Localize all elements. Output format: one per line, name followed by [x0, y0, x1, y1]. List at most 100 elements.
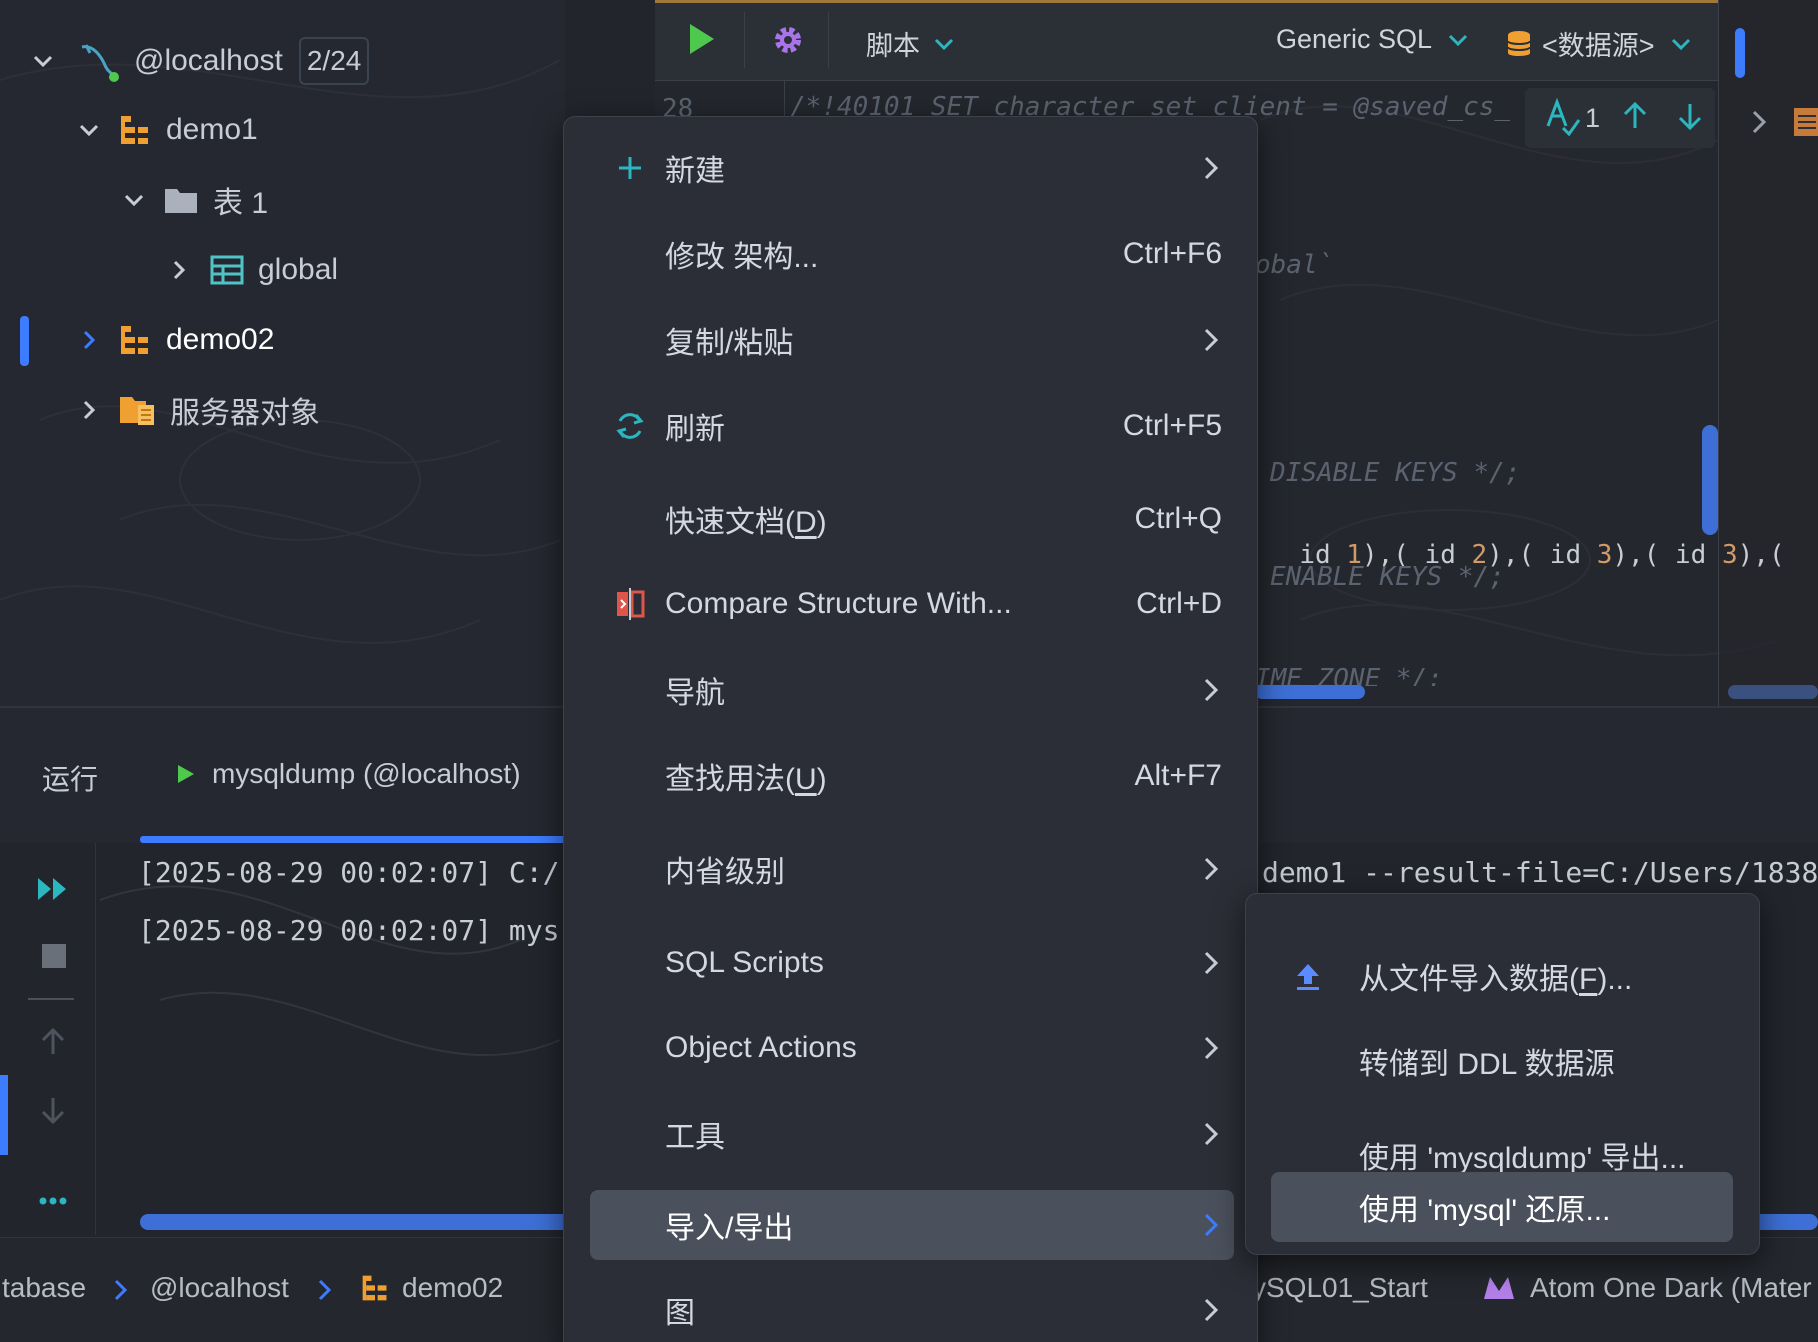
- code-number: 3: [1596, 540, 1613, 570]
- theme-label: Atom One Dark (Mater: [1530, 1272, 1812, 1303]
- count-badge: 2/24: [298, 37, 370, 85]
- menu-item-import-export[interactable]: 导入/导出: [590, 1190, 1234, 1260]
- search-matches[interactable]: 1: [1545, 98, 1600, 138]
- theme-indicator[interactable]: Atom One Dark (Mater: [1482, 1272, 1812, 1304]
- chevron-right-icon: [1202, 1190, 1220, 1260]
- breadcrumb-schema[interactable]: demo02: [360, 1272, 503, 1304]
- tree-item-label: @localhost: [134, 44, 283, 77]
- submenu-item-restore-mysql[interactable]: 使用 'mysql' 还原...: [1271, 1172, 1733, 1242]
- tree-item-server-objects[interactable]: 服务器对象: [76, 380, 320, 440]
- folder-icon: [163, 185, 199, 215]
- chevron-down-icon[interactable]: [76, 117, 102, 143]
- text-match-icon: [1545, 98, 1583, 138]
- script-dropdown[interactable]: 脚本: [866, 24, 956, 63]
- menu-item-new[interactable]: 新建: [590, 133, 1234, 203]
- menu-item-quick-doc[interactable]: 快速文档(D) Ctrl+Q: [590, 484, 1234, 554]
- toolbar-divider: [828, 12, 829, 68]
- chevron-right-icon: [1202, 133, 1220, 203]
- chevron-down-icon[interactable]: [121, 187, 147, 213]
- menu-item-label: SQL Scripts: [665, 946, 824, 979]
- submenu-item-dump-ddl[interactable]: 转储到 DDL 数据源: [1271, 1026, 1733, 1096]
- tree-item-demo02[interactable]: demo02: [76, 310, 274, 370]
- arrow-down-icon[interactable]: [1675, 100, 1705, 132]
- tree-item-label: demo02: [166, 323, 275, 356]
- run-panel-title: 运行: [42, 764, 99, 795]
- run-button[interactable]: [686, 22, 716, 56]
- menu-item-copy-paste[interactable]: 复制/粘贴: [590, 305, 1234, 375]
- tree-item-connection[interactable]: @localhost 2/24: [30, 31, 370, 91]
- console-line: demo1 --result-file=C:/Users/1838: [1262, 856, 1818, 889]
- run-tab-label: mysqldump (@localhost): [212, 758, 521, 789]
- menu-item-find-usages[interactable]: 查找用法(U) Alt+F7: [590, 741, 1234, 811]
- menu-item-diagram[interactable]: 图: [590, 1275, 1234, 1342]
- editor-tab-scroll-thumb[interactable]: [1735, 28, 1745, 78]
- arrow-down-icon[interactable]: [38, 1094, 68, 1126]
- tree-item-tables-folder[interactable]: 表 1: [121, 170, 268, 230]
- right-panel-scrollbar[interactable]: [1728, 685, 1818, 699]
- breadcrumb-host[interactable]: @localhost: [150, 1272, 289, 1304]
- menu-item-label: Object Actions: [665, 1031, 857, 1064]
- menu-item-object-actions[interactable]: Object Actions: [590, 1013, 1234, 1083]
- arrow-up-icon[interactable]: [38, 1026, 68, 1058]
- chevron-down-icon: [932, 32, 956, 56]
- chevron-down-icon[interactable]: [30, 48, 56, 74]
- chevron-right-icon: [1202, 1275, 1220, 1342]
- table-icon: [210, 255, 244, 285]
- code-token: ),( id: [1612, 540, 1722, 570]
- menu-item-tools[interactable]: 工具: [590, 1099, 1234, 1169]
- upload-icon: [1293, 941, 1323, 1011]
- chevron-right-icon: [1202, 834, 1220, 904]
- editor-vertical-scrollbar[interactable]: [1702, 425, 1718, 535]
- menu-item-compare-structure[interactable]: Compare Structure With... Ctrl+D: [590, 569, 1234, 639]
- breadcrumb-database[interactable]: tabase: [2, 1272, 86, 1304]
- menu-item-shortcut: Alt+F7: [1134, 759, 1222, 792]
- find-count: 1: [1585, 102, 1601, 133]
- chevron-right-icon[interactable]: [76, 327, 102, 353]
- label-part: 从文件导入数据(: [1359, 963, 1579, 996]
- menu-item-navigate[interactable]: 导航: [590, 655, 1234, 725]
- label-part: ): [816, 763, 827, 796]
- run-tab-mysqldump[interactable]: mysqldump (@localhost): [176, 758, 521, 790]
- datasource-label: <数据源>: [1542, 31, 1655, 61]
- chevron-right-icon: [1202, 305, 1220, 375]
- menu-item-introspection-level[interactable]: 内省级别: [590, 834, 1234, 904]
- settings-gear-icon[interactable]: [770, 22, 806, 58]
- chevron-right-icon[interactable]: [1748, 108, 1770, 136]
- code-line: ENABLE KEYS */;: [1270, 562, 1505, 592]
- arrow-up-icon[interactable]: [1620, 100, 1650, 132]
- dialect-label: Generic SQL: [1276, 24, 1433, 54]
- submenu-item-import-from-file[interactable]: 从文件导入数据(F)...: [1271, 941, 1733, 1011]
- menu-item-shortcut: Ctrl+F5: [1122, 409, 1222, 442]
- menu-item-label: 复制/粘贴: [665, 327, 794, 360]
- chevron-right-icon: [112, 1278, 130, 1302]
- project-name[interactable]: ySQL01_Start: [1252, 1272, 1428, 1304]
- menu-item-modify-schema[interactable]: 修改 架构... Ctrl+F6: [590, 219, 1234, 289]
- rerun-icon[interactable]: [36, 874, 70, 904]
- chevron-down-icon: [1669, 32, 1693, 56]
- editor-horizontal-scrollbar[interactable]: [1255, 685, 1365, 699]
- tree-item-demo1[interactable]: demo1: [76, 100, 258, 160]
- tree-item-table-global[interactable]: global: [166, 240, 338, 300]
- submenu-item-label: 从文件导入数据(F)...: [1359, 954, 1632, 998]
- structure-icon[interactable]: [1792, 106, 1818, 138]
- code-line: IME_ZONE */;: [1255, 664, 1443, 686]
- menu-item-label: Compare Structure With...: [665, 587, 1012, 620]
- schema-icon: [118, 323, 152, 357]
- mysql-dolphin-icon: [76, 39, 120, 83]
- chevron-right-icon[interactable]: [166, 257, 192, 283]
- console-line: [2025-08-29 00:02:07] mys: [138, 914, 560, 947]
- menu-item-label: 图: [665, 1297, 695, 1330]
- compare-icon: [610, 569, 650, 639]
- toolbar-divider: [744, 12, 745, 68]
- label-part: ): [816, 506, 827, 539]
- tree-item-label: demo1: [166, 113, 258, 146]
- stop-icon[interactable]: [40, 942, 68, 970]
- menu-item-sql-scripts[interactable]: SQL Scripts: [590, 928, 1234, 998]
- datasource-dropdown[interactable]: <数据源>: [1506, 24, 1693, 63]
- schema-icon: [360, 1273, 390, 1303]
- breadcrumb-schema-label: demo02: [402, 1272, 504, 1303]
- more-icon[interactable]: [38, 1196, 68, 1206]
- menu-item-refresh[interactable]: 刷新 Ctrl+F5: [590, 391, 1234, 461]
- dialect-dropdown[interactable]: Generic SQL: [1276, 24, 1470, 55]
- chevron-right-icon[interactable]: [76, 397, 102, 423]
